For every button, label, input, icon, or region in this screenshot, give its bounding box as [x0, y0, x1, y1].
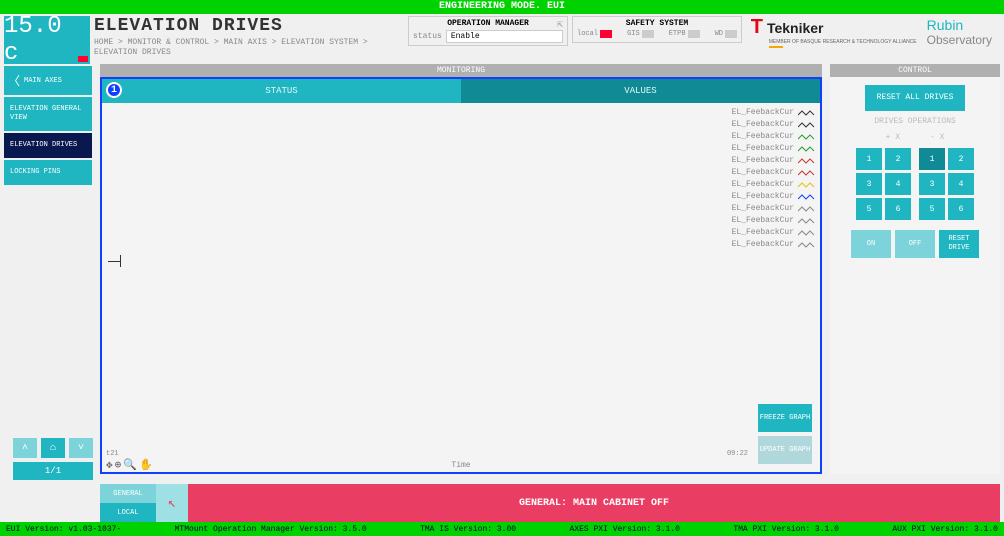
plus-x-header: + X — [886, 133, 900, 142]
sidebar-item-1[interactable]: ELEVATION DRIVES — [4, 133, 92, 158]
sidebar-item-0[interactable]: ELEVATION GENERAL VIEW — [4, 97, 92, 131]
monitoring-body: 1 STATUS VALUES EL_FeebackCurEL_FeebackC… — [100, 77, 822, 474]
sidebar-item-2[interactable]: LOCKING PINS — [4, 160, 92, 185]
nav-up-button[interactable]: ˄ — [13, 438, 37, 458]
legend-row: EL_FeebackCur — [732, 191, 816, 203]
legend-row: EL_FeebackCur — [732, 155, 816, 167]
drive-x-2-1[interactable]: 6 — [885, 198, 911, 220]
graph-area[interactable]: EL_FeebackCurEL_FeebackCurEL_FeebackCurE… — [102, 103, 820, 472]
temp-alert-indicator — [78, 56, 88, 62]
legend-row: EL_FeebackCur — [732, 119, 816, 131]
page-indicator: 1/1 — [13, 462, 93, 480]
breadcrumb: HOME > MONITOR & CONTROL > MAIN AXIS > E… — [94, 38, 404, 58]
safety-system-panel: SAFETY SYSTEM localGISETPBWD — [572, 16, 742, 43]
drive-off-button[interactable]: OFF — [895, 230, 935, 258]
xaxis-label: Time — [451, 461, 470, 470]
alarm-tab-local[interactable]: LOCAL — [100, 503, 156, 522]
status-bar: EUI Version: v1.03-1037- MTMount Operati… — [0, 522, 1004, 536]
nav-home-button[interactable]: ⌂ — [41, 438, 65, 458]
safety-led-WD — [725, 30, 737, 38]
page-title: ELEVATION DRIVES — [94, 16, 404, 36]
legend-row: EL_FeebackCur — [732, 179, 816, 191]
om-detach-icon[interactable]: ⇱ — [557, 19, 563, 31]
drive-x-2-0[interactable]: 5 — [856, 198, 882, 220]
legend-row: EL_FeebackCur — [732, 143, 816, 155]
legend-row: EL_FeebackCur — [732, 167, 816, 179]
drive-x-1-0[interactable]: 3 — [856, 173, 882, 195]
sidebar-back[interactable]: 〈 MAIN AXES — [4, 66, 92, 95]
tab-status[interactable]: 1 STATUS — [102, 79, 461, 103]
update-graph-button[interactable]: UPDATE GRAPH — [758, 436, 812, 464]
safety-led-GIS — [642, 30, 654, 38]
drive-mx-1-0[interactable]: 3 — [919, 173, 945, 195]
freeze-graph-button[interactable]: FREEZE GRAPH — [758, 404, 812, 432]
legend-row: EL_FeebackCur — [732, 227, 816, 239]
graph-tool-icons[interactable]: ✥⊕🔍✋ — [106, 458, 155, 472]
drive-mx-0-1[interactable]: 2 — [948, 148, 974, 170]
nav-down-button[interactable]: ˅ — [69, 438, 93, 458]
drive-on-button[interactable]: ON — [851, 230, 891, 258]
tab-status-badge: 1 — [106, 82, 122, 98]
safety-led-local — [600, 30, 612, 38]
drive-mx-2-1[interactable]: 6 — [948, 198, 974, 220]
drives-operations-label: DRIVES OPERATIONS — [874, 117, 956, 127]
drive-x-0-1[interactable]: 2 — [885, 148, 911, 170]
minus-x-header: - X — [930, 133, 944, 142]
legend-row: EL_FeebackCur — [732, 239, 816, 251]
graph-trace — [108, 261, 120, 262]
drive-mx-2-0[interactable]: 5 — [919, 198, 945, 220]
mode-banner: ENGINEERING MODE. EUI — [0, 0, 1004, 14]
tekniker-logo: TTekniker MEMBER OF BASQUE RESEARCH & TE… — [751, 16, 917, 48]
reset-all-drives-button[interactable]: RESET ALL DRIVES — [865, 85, 966, 111]
reset-drive-button[interactable]: RESET DRIVE — [939, 230, 979, 258]
legend-row: EL_FeebackCur — [732, 203, 816, 215]
xtick-left: t21 — [106, 450, 119, 458]
drive-mx-0-0[interactable]: 1 — [919, 148, 945, 170]
legend-row: EL_FeebackCur — [732, 215, 816, 227]
sidebar: 〈 MAIN AXES ELEVATION GENERAL VIEWELEVAT… — [0, 64, 96, 474]
alarm-tab-general[interactable]: GENERAL — [100, 484, 156, 503]
alarm-bar: GENERAL LOCAL ↖ GENERAL: MAIN CABINET OF… — [100, 484, 1000, 522]
drive-x-1-1[interactable]: 4 — [885, 173, 911, 195]
safety-led-ETPB — [688, 30, 700, 38]
om-status-value: Enable — [446, 30, 563, 43]
drive-x-0-0[interactable]: 1 — [856, 148, 882, 170]
xtick-right: 09:22 — [727, 450, 748, 458]
drive-mx-1-1[interactable]: 4 — [948, 173, 974, 195]
control-title: CONTROL — [830, 64, 1000, 77]
legend-row: EL_FeebackCur — [732, 107, 816, 119]
rubin-logo: Rubin Observatory — [927, 17, 992, 47]
logo-block: TTekniker MEMBER OF BASQUE RESEARCH & TE… — [746, 16, 1000, 48]
tab-values[interactable]: VALUES — [461, 79, 820, 103]
chevron-left-icon: 〈 — [8, 72, 20, 89]
alarm-message: GENERAL: MAIN CABINET OFF — [188, 484, 1000, 522]
legend-row: EL_FeebackCur — [732, 131, 816, 143]
temperature-readout: 15.0 c — [4, 16, 90, 64]
alarm-cursor-icon[interactable]: ↖ — [156, 484, 188, 522]
operation-manager-panel: ⇱ OPERATION MANAGER status Enable — [408, 16, 568, 46]
monitoring-title: MONITORING — [100, 64, 822, 77]
